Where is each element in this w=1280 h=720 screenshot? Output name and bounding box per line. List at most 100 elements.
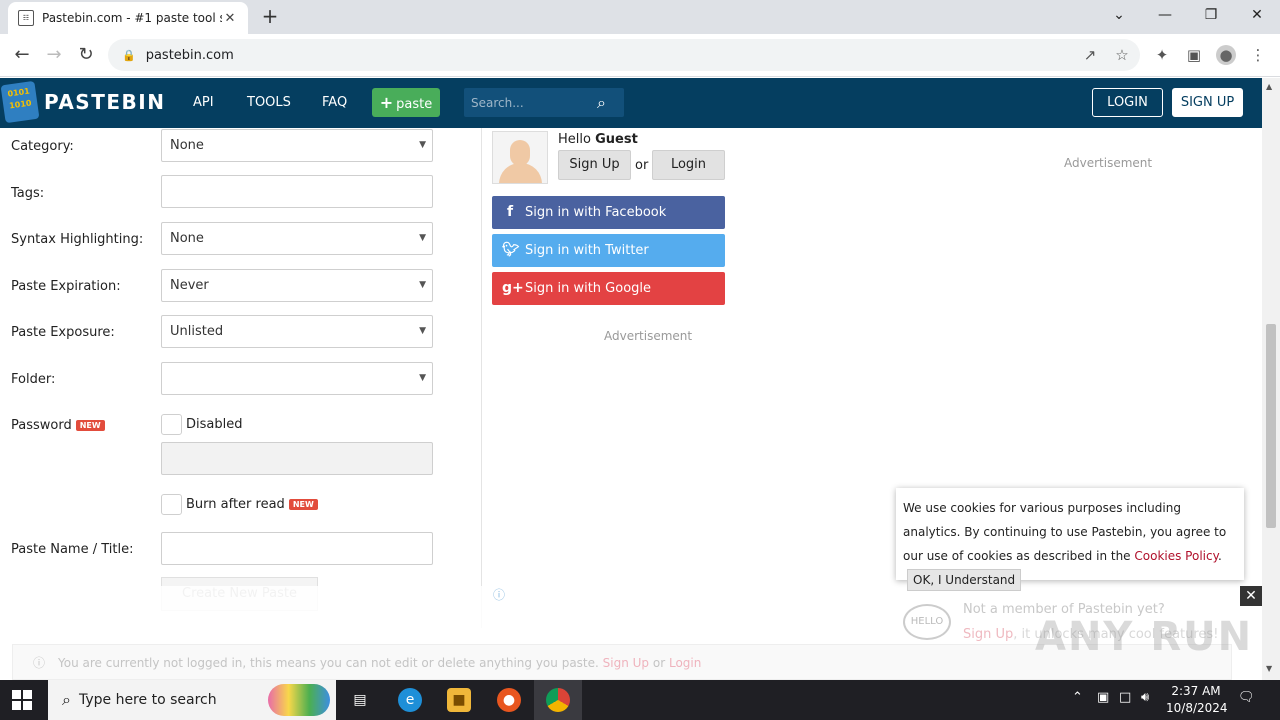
nav-api[interactable]: API: [193, 95, 214, 110]
side-panel-icon[interactable]: ▣: [1184, 45, 1204, 65]
twitter-label: Sign in with Twitter: [525, 243, 649, 258]
menu-kebab-icon[interactable]: ⋮: [1248, 45, 1268, 65]
guest-name: Guest: [595, 132, 638, 147]
close-window-icon[interactable]: ✕: [1234, 0, 1280, 30]
browser-toolbar: ← → ↻ 🔒 pastebin.com ↗ ☆ ✦ ▣ ● ⋮: [0, 34, 1280, 77]
scrollbar-thumb[interactable]: [1266, 324, 1276, 528]
new-tab-icon[interactable]: +: [260, 6, 280, 26]
exposure-select[interactable]: Unlisted ▼: [161, 315, 433, 348]
notice-text: You are currently not logged in, this me…: [58, 656, 599, 670]
notice-signup-link[interactable]: Sign Up: [603, 656, 649, 670]
bookmark-star-icon[interactable]: ☆: [1112, 45, 1132, 65]
category-select[interactable]: None ▼: [161, 129, 433, 162]
clock-date: 10/8/2024: [1166, 701, 1228, 715]
folder-select[interactable]: ▼: [161, 362, 433, 395]
browser-tab-pastebin[interactable]: ☷ Pastebin.com - #1 paste tool sin ✕: [8, 2, 248, 34]
paste-button-label: paste: [396, 97, 433, 112]
cookie-ok-button[interactable]: OK, I Understand: [907, 569, 1022, 591]
windows-start-icon[interactable]: [12, 690, 32, 710]
pastebin-logo-icon[interactable]: 0101 1010: [0, 80, 40, 124]
twitter-signin-button[interactable]: 🐦︎ Sign in with Twitter: [492, 234, 725, 267]
password-input[interactable]: [161, 442, 433, 475]
notifications-icon[interactable]: 🗨︎: [1238, 690, 1255, 705]
chrome-taskbar-button[interactable]: [534, 680, 582, 720]
new-badge: NEW: [75, 420, 105, 431]
google-signin-button[interactable]: g+ Sign in with Google: [492, 272, 725, 305]
syntax-label: Syntax Highlighting:: [11, 232, 144, 247]
lock-icon: 🔒: [122, 48, 136, 62]
login-button[interactable]: LOGIN: [1092, 88, 1163, 117]
taskbar-search-placeholder: Type here to search: [78, 692, 217, 708]
guest-signup-button[interactable]: Sign Up: [558, 150, 631, 180]
info-icon: ⓘ: [33, 656, 46, 670]
clock-time: 2:37 AM: [1171, 684, 1221, 698]
burn-label-text: Burn after read: [186, 497, 285, 512]
file-explorer-icon[interactable]: ■: [447, 688, 471, 712]
signup-button[interactable]: SIGN UP: [1172, 88, 1243, 117]
password-toggle-label: Disabled: [186, 417, 243, 432]
new-paste-button[interactable]: + paste: [372, 88, 440, 117]
burn-after-read-checkbox[interactable]: [161, 494, 182, 515]
plus-icon: +: [379, 93, 394, 112]
category-value: None: [170, 138, 204, 153]
password-label: Password NEW: [11, 418, 105, 433]
restore-icon[interactable]: ❐: [1188, 0, 1234, 30]
exposure-value: Unlisted: [170, 324, 224, 339]
expiration-select[interactable]: Never ▼: [161, 269, 433, 302]
syntax-select[interactable]: None ▼: [161, 222, 433, 255]
twitter-icon: 🐦︎: [502, 242, 520, 258]
tab-title: Pastebin.com - #1 paste tool sin: [42, 11, 222, 25]
password-label-text: Password: [11, 418, 72, 433]
edge-icon[interactable]: e: [398, 688, 422, 712]
tray-device-icon[interactable]: ▣: [1097, 690, 1109, 705]
taskbar-clock[interactable]: 2:37 AM 10/8/2024: [1166, 683, 1228, 717]
minimize-icon[interactable]: —: [1142, 0, 1188, 30]
scroll-up-icon[interactable]: ▲: [1266, 82, 1272, 91]
page-scrollbar[interactable]: ▲ ▼: [1262, 78, 1280, 680]
network-icon[interactable]: □: [1119, 690, 1131, 705]
tab-search-icon[interactable]: ⌄: [1096, 0, 1142, 30]
back-icon[interactable]: ←: [10, 44, 34, 68]
hello-bubble-icon: HELLO: [903, 604, 951, 640]
close-tab-icon[interactable]: ✕: [222, 11, 238, 26]
paste-name-label: Paste Name / Title:: [11, 542, 134, 557]
chevron-down-icon: ▼: [419, 140, 426, 150]
paste-name-input[interactable]: [161, 532, 433, 565]
share-icon[interactable]: ↗: [1080, 45, 1100, 65]
nav-tools[interactable]: TOOLS: [247, 95, 291, 110]
password-checkbox[interactable]: [161, 414, 182, 435]
profile-avatar-icon[interactable]: ●: [1216, 45, 1236, 65]
pastebin-header: 01011010 PASTEBIN API TOOLS FAQ +paste ⌕…: [0, 78, 1270, 128]
brand-name[interactable]: PASTEBIN: [44, 90, 165, 114]
address-bar[interactable]: 🔒 pastebin.com: [108, 39, 1140, 71]
tags-input[interactable]: [161, 175, 433, 208]
windows-taskbar: ⌕ Type here to search ▤ e ■ ● ⌃ ▣ □ 🔊︎ 2…: [0, 680, 1280, 720]
search-highlight-image: [268, 684, 330, 716]
search-icon: ⌕: [62, 690, 71, 709]
avatar-shoulders: [499, 163, 542, 183]
close-banner-icon[interactable]: ✕: [1240, 586, 1262, 606]
nav-faq[interactable]: FAQ: [322, 95, 347, 110]
scroll-down-icon[interactable]: ▼: [1266, 664, 1272, 673]
search-icon[interactable]: ⌕: [597, 93, 606, 113]
extensions-icon[interactable]: ✦: [1152, 45, 1172, 65]
member-signup-link[interactable]: Sign Up: [963, 627, 1013, 642]
browser-tab-strip: ☷ Pastebin.com - #1 paste tool sin ✕ + ⌄…: [0, 0, 1280, 34]
expiration-label: Paste Expiration:: [11, 279, 121, 294]
search-input[interactable]: [471, 95, 597, 110]
chevron-down-icon: ▼: [419, 280, 426, 290]
search-box: ⌕: [464, 88, 624, 117]
volume-icon[interactable]: 🔊︎: [1141, 690, 1149, 705]
forward-icon[interactable]: →: [42, 44, 66, 68]
taskbar-search-box[interactable]: ⌕ Type here to search: [48, 680, 336, 720]
firefox-icon[interactable]: ●: [497, 688, 521, 712]
google-label: Sign in with Google: [525, 281, 652, 296]
task-view-icon[interactable]: ▤: [348, 688, 372, 712]
anyrun-watermark: ANY RUN: [1035, 614, 1254, 660]
guest-login-button[interactable]: Login: [652, 150, 725, 180]
facebook-signin-button[interactable]: f Sign in with Facebook: [492, 196, 725, 229]
tray-chevron-icon[interactable]: ⌃: [1072, 690, 1083, 705]
reload-icon[interactable]: ↻: [74, 44, 98, 68]
cookies-policy-link[interactable]: Cookies Policy: [1134, 549, 1218, 563]
notice-login-link[interactable]: Login: [669, 656, 701, 670]
